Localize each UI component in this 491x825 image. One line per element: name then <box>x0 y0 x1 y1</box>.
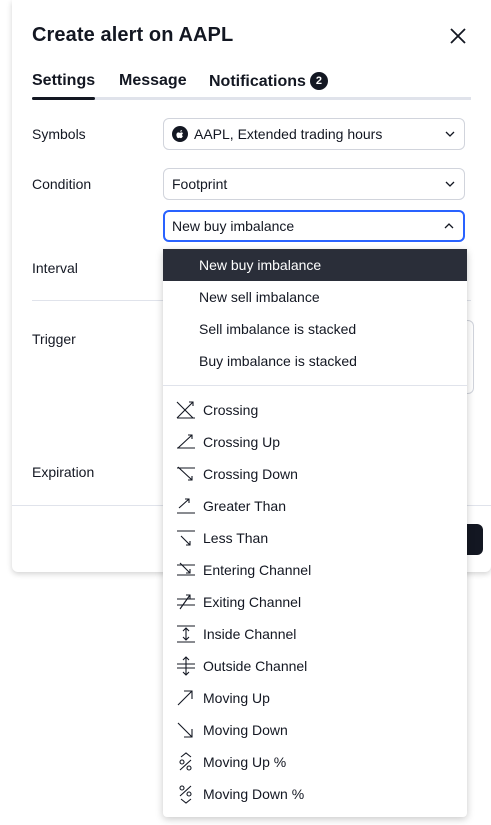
interval-label: Interval <box>32 260 78 276</box>
operator-moving-down-percent[interactable]: Moving Down % <box>163 778 467 810</box>
operator-moving-down[interactable]: Moving Down <box>163 714 467 746</box>
operator-crossing[interactable]: Crossing <box>163 394 467 426</box>
tab-notifications[interactable]: Notifications 2 <box>209 72 328 91</box>
exiting-channel-icon <box>177 594 195 610</box>
operator-less-than[interactable]: Less Than <box>163 522 467 554</box>
chevron-up-icon <box>444 223 454 229</box>
trigger-label: Trigger <box>32 331 76 347</box>
option-new-buy-imbalance[interactable]: New buy imbalance <box>163 249 467 281</box>
close-icon[interactable] <box>446 24 470 48</box>
option-new-sell-imbalance[interactable]: New sell imbalance <box>163 281 467 313</box>
condition-dropdown-menu: New buy imbalance New sell imbalance Sel… <box>163 249 467 817</box>
option-sell-imbalance-stacked[interactable]: Sell imbalance is stacked <box>163 313 467 345</box>
tab-settings-label: Settings <box>32 72 96 89</box>
tab-message-label: Message <box>119 72 187 89</box>
condition-select[interactable]: Footprint <box>163 168 465 200</box>
operator-inside-channel[interactable]: Inside Channel <box>163 618 467 650</box>
trigger-options-box[interactable] <box>467 320 474 394</box>
crossing-down-icon <box>177 466 195 481</box>
notifications-count-badge: 2 <box>309 72 328 90</box>
inside-channel-icon <box>177 625 195 643</box>
moving-up-icon <box>177 690 193 706</box>
condition-label: Condition <box>32 176 92 192</box>
moving-down-percent-icon <box>179 785 192 804</box>
tab-bar: Settings Message Notifications 2 <box>32 70 479 100</box>
moving-down-icon <box>177 722 193 738</box>
greater-than-icon <box>177 498 195 514</box>
dialog-title: Create alert on AAPL <box>32 24 234 46</box>
operator-moving-up[interactable]: Moving Up <box>163 682 467 714</box>
chevron-down-icon <box>445 181 455 187</box>
moving-up-percent-icon <box>179 752 192 771</box>
operator-entering-channel[interactable]: Entering Channel <box>163 554 467 586</box>
crossing-up-icon <box>177 434 195 449</box>
expiration-label: Expiration <box>32 464 95 480</box>
operator-crossing-up[interactable]: Crossing Up <box>163 426 467 458</box>
operator-moving-up-percent[interactable]: Moving Up % <box>163 746 467 778</box>
operator-greater-than[interactable]: Greater Than <box>163 490 467 522</box>
operator-exiting-channel[interactable]: Exiting Channel <box>163 586 467 618</box>
symbols-value: AAPL, Extended trading hours <box>194 126 383 142</box>
less-than-icon <box>177 530 195 546</box>
operator-crossing-down[interactable]: Crossing Down <box>163 458 467 490</box>
outside-channel-icon <box>177 656 195 676</box>
condition-subtype-value: New buy imbalance <box>172 218 295 234</box>
option-buy-imbalance-stacked[interactable]: Buy imbalance is stacked <box>163 345 467 377</box>
tab-settings[interactable]: Settings <box>32 72 96 100</box>
symbols-select[interactable]: AAPL, Extended trading hours <box>163 118 465 150</box>
condition-value: Footprint <box>172 176 228 192</box>
apple-logo-icon <box>172 126 188 142</box>
tab-notifications-label: Notifications <box>209 73 306 90</box>
dropdown-divider <box>163 385 467 386</box>
entering-channel-icon <box>177 562 195 576</box>
tab-message[interactable]: Message <box>119 72 187 90</box>
chevron-down-icon <box>445 131 455 137</box>
crossing-icon <box>176 401 195 419</box>
condition-subtype-select[interactable]: New buy imbalance <box>163 210 465 242</box>
operator-outside-channel[interactable]: Outside Channel <box>163 650 467 682</box>
symbols-label: Symbols <box>32 126 86 142</box>
